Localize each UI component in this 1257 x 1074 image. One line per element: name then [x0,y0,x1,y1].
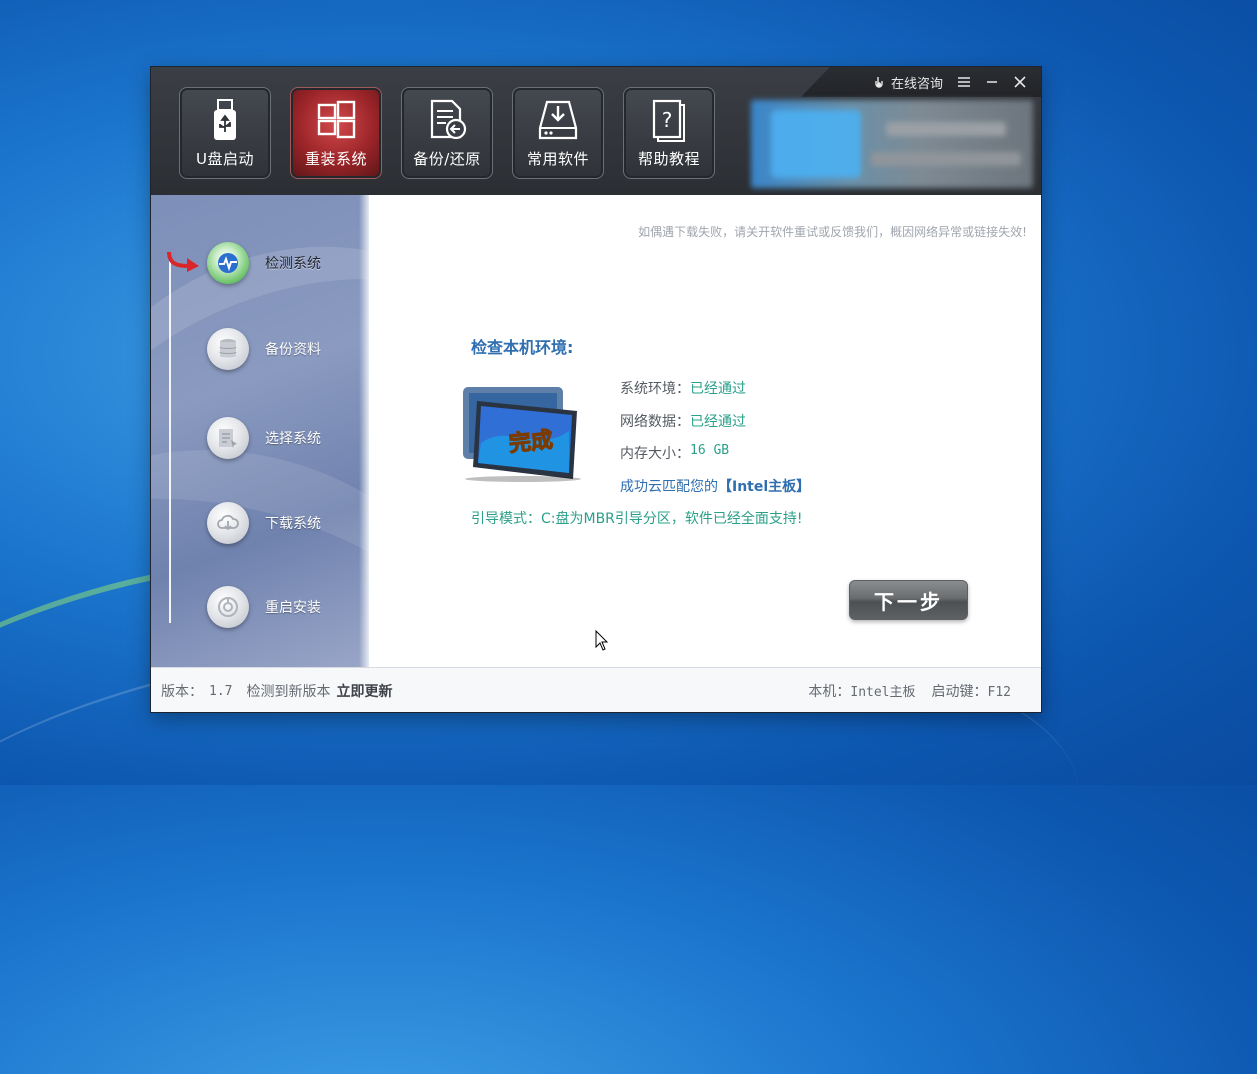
title-controls: 在线咨询 [873,71,1027,93]
tool-backup-restore[interactable]: 备份/还原 [401,87,493,179]
tablet-complete-illustration: 完成 [463,387,581,482]
next-step-button[interactable]: 下一步 [849,580,968,620]
usb-icon [214,98,236,140]
status-footer: 版本： 1.7 检测到新版本 立即更新 本机：Intel主板 启动键：F12 [151,667,1041,712]
boot-key-value: F12 [987,685,1011,700]
new-version-text: 检测到新版本 [246,684,331,700]
matched-prefix: 成功云匹配您的 [620,479,718,495]
steps-progress-line [169,261,171,623]
cloud-match-text: 成功云匹配您的【Intel主板】 [620,476,810,496]
menu-icon [958,77,970,87]
step-orb [207,328,249,370]
cloud-download-icon [217,514,239,531]
version-info: 版本： 1.7 检测到新版本 立即更新 [161,681,392,701]
tool-usb-boot[interactable]: U盘启动 [179,87,271,179]
tool-reinstall-system[interactable]: 重装系统 [290,87,382,179]
tool-help-tutorial[interactable]: ? 帮助教程 [623,87,715,179]
step-orb [207,242,249,284]
version-value: 1.7 [209,683,233,699]
step-label: 下载系统 [265,516,321,532]
boot-key-info: 启动键：F12 [932,681,1011,701]
database-icon [219,339,237,358]
step-select-system[interactable]: 选择系统 [207,416,367,460]
check-network-data: 网络数据： 已经通过 [620,411,746,431]
check-system-env: 系统环境： 已经通过 [620,378,746,398]
main-toolbar: U盘启动 重装系统 备份/还原 常用软件 ? 帮助教程 [179,87,715,179]
check-label: 内存大小： [620,446,690,462]
step-label: 备份资料 [265,342,321,358]
step-label: 重启安装 [265,600,321,616]
board-label: 本机： [808,684,851,700]
tool-label: 常用软件 [526,149,589,168]
step-label: 检测系统 [265,256,321,272]
machine-info: 本机：Intel主板 启动键：F12 [808,681,1011,701]
close-icon [1014,76,1026,88]
menu-button[interactable] [957,76,971,88]
restart-icon [218,597,238,617]
check-value: 16 GB [690,443,730,458]
window-header: 在线咨询 U盘启动 重装系统 备份/还原 常用软件 ? 帮助教程 [151,67,1041,195]
help-book-icon: ? [652,99,685,142]
tool-label: 帮助教程 [637,149,700,168]
windows-icon [317,100,356,138]
tablet-badge-text: 完成 [508,427,554,457]
blurred-ad-banner[interactable] [751,100,1033,188]
check-value: 已经通过 [690,414,746,430]
step-download-system[interactable]: 下载系统 [207,501,367,545]
step-restart-install[interactable]: 重启安装 [207,585,367,629]
boot-mode-text: 引导模式：C:盘为MBR引导分区，软件已经全面支持! [471,511,803,527]
minimize-button[interactable] [985,76,999,88]
check-label: 系统环境： [620,381,690,397]
tool-label: 重装系统 [304,149,367,168]
tool-label: 备份/还原 [413,149,481,168]
software-tray-icon [538,100,578,139]
minimize-icon [987,81,997,83]
backup-restore-icon [430,99,467,139]
matched-board: 【Intel主板】 [718,479,811,495]
step-orb [207,417,249,459]
system-select-icon [219,429,237,448]
installer-window: 在线咨询 U盘启动 重装系统 备份/还原 常用软件 ? 帮助教程 检测系统 备份… [151,67,1041,712]
version-label: 版本： [161,684,203,700]
step-orb [207,502,249,544]
step-detect-system[interactable]: 检测系统 [207,241,367,285]
tool-common-software[interactable]: 常用软件 [512,87,604,179]
check-label: 网络数据： [620,414,690,430]
step-label: 选择系统 [265,431,321,447]
close-button[interactable] [1013,75,1027,89]
board-info: 本机：Intel主板 [808,681,915,701]
step-orb [207,586,249,628]
boot-key-label: 启动键： [931,684,988,700]
consult-hand-icon [875,77,883,88]
mouse-cursor-icon [595,630,609,651]
step-backup-data[interactable]: 备份资料 [207,327,367,371]
check-memory-size: 内存大小： 16 GB [620,443,729,463]
board-value: Intel主板 [850,685,916,700]
check-value: 已经通过 [690,381,746,397]
update-now-link[interactable]: 立即更新 [336,681,392,701]
pulse-icon [218,253,238,273]
online-consult-button[interactable]: 在线咨询 [873,73,943,92]
download-failure-notice: 如偶遇下载失败，请关开软件重试或反馈我们，概因网络异常或链接失效! [638,225,1027,239]
current-step-arrow-icon [167,251,199,272]
svg-text:?: ? [662,108,673,132]
online-consult-label: 在线咨询 [890,76,943,92]
tool-label: U盘启动 [196,149,254,168]
steps-sidebar: 检测系统 备份资料 选择系统 下载系统 重启安装 [151,195,369,667]
check-environment-title: 检查本机环境: [471,338,574,357]
